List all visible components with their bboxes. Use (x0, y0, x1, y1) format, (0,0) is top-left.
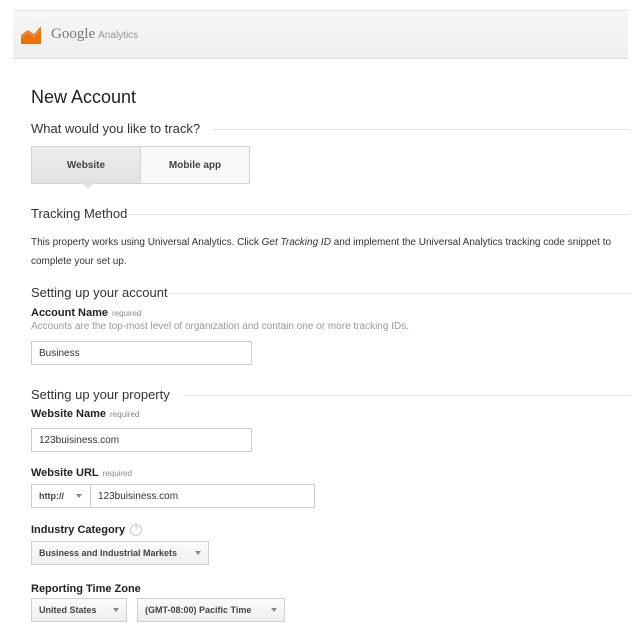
section-divider (183, 395, 630, 396)
required-marker: required (102, 469, 132, 478)
account-name-help: Accounts are the top-most level of organ… (31, 321, 409, 332)
page: Google Analytics New Account What would y… (0, 0, 635, 625)
industry-category-select[interactable]: Business and Industrial Markets (31, 541, 209, 565)
chevron-down-icon (195, 551, 201, 555)
timezone-country-select[interactable]: United States (31, 598, 127, 622)
required-marker: required (112, 309, 142, 318)
chevron-down-icon (271, 608, 277, 612)
chevron-down-icon (113, 608, 119, 612)
track-type-selector: Website Mobile app (31, 146, 250, 189)
tab-website-label: Website (66, 159, 106, 171)
industry-category-value: Business and Industrial Markets (39, 548, 178, 558)
account-name-label: Account Name required (31, 307, 142, 319)
help-icon[interactable]: ? (130, 524, 143, 537)
tracking-method-title: Tracking Method (31, 206, 128, 221)
required-marker: required (110, 410, 140, 419)
selected-tab-pointer (82, 183, 94, 189)
brand-name[interactable]: Google Analytics (51, 26, 138, 43)
tab-mobile-app[interactable]: Mobile app (141, 147, 249, 183)
get-tracking-id-emphasis: Get Tracking ID (261, 237, 331, 248)
section-divider (170, 293, 630, 294)
timezone-country-value: United States (39, 605, 97, 615)
website-name-input[interactable] (31, 428, 252, 452)
page-title: New Account (31, 87, 137, 107)
reporting-time-zone-label: Reporting Time Zone (31, 583, 141, 595)
website-url-label: Website URL required (31, 467, 132, 479)
section-divider (126, 214, 630, 215)
industry-category-label: Industry Category? (31, 524, 143, 537)
section-divider (213, 129, 630, 130)
track-question: What would you like to track? (31, 121, 201, 136)
website-url-input[interactable] (90, 484, 315, 508)
tab-mobile-app-label: Mobile app (168, 159, 222, 171)
tab-website[interactable]: Website (32, 147, 141, 189)
url-protocol-select[interactable]: http:// (31, 484, 90, 508)
tracking-method-description: This property works using Universal Anal… (31, 237, 612, 267)
property-section-title: Setting up your property (31, 387, 170, 402)
timezone-zone-select[interactable]: (GMT-08:00) Pacific Time (137, 598, 285, 622)
url-protocol-value: http:// (39, 491, 64, 501)
account-name-input[interactable] (31, 341, 252, 365)
analytics-logo-icon[interactable] (21, 26, 41, 44)
website-name-label: Website Name required (31, 408, 140, 420)
product-name: Analytics (98, 30, 139, 41)
account-section-title: Setting up your account (31, 285, 168, 300)
app-header: Google Analytics (13, 10, 628, 59)
chevron-down-icon (76, 494, 82, 498)
timezone-zone-value: (GMT-08:00) Pacific Time (145, 605, 252, 615)
